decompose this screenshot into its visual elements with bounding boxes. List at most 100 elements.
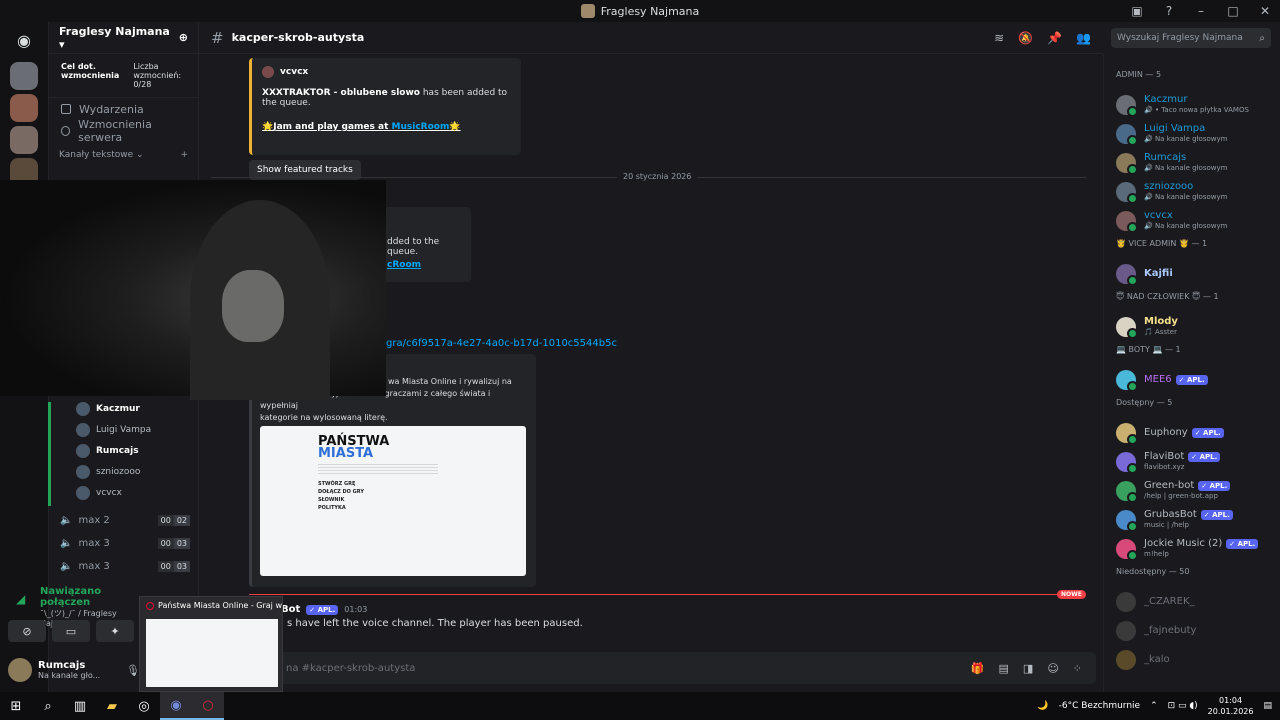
- member-item[interactable]: Kajfii: [1116, 259, 1280, 288]
- boost-icon: [61, 126, 71, 136]
- search-box[interactable]: ⌕: [1111, 28, 1271, 48]
- voice-channel[interactable]: 🔈 max 2 00 02: [60, 510, 190, 530]
- activities-icon[interactable]: ✦: [96, 620, 134, 642]
- events-link[interactable]: Wydarzenia: [49, 98, 198, 120]
- channel-header: # kacper-skrob-autysta ≋ 🔕 📌 👥: [199, 22, 1103, 54]
- tray-icons[interactable]: ⊡ ▭ ◖): [1168, 701, 1198, 711]
- tray-chevron-icon[interactable]: ⌃: [1150, 701, 1158, 711]
- music-embed: vcvcx XXXTRAKTOR - oblubene slowo has be…: [249, 58, 521, 155]
- windows-start-icon[interactable]: ⊞: [0, 692, 32, 720]
- gift-icon[interactable]: 🎁: [971, 662, 985, 675]
- musicroom-link[interactable]: MusicRoom: [392, 122, 450, 132]
- server-header[interactable]: Fraglesy Najmana ▾ ⊕: [49, 22, 198, 54]
- task-view-icon[interactable]: ▥: [64, 692, 96, 720]
- app-badge: ✓ APL.: [1198, 481, 1231, 491]
- add-member-icon[interactable]: ⊕: [179, 31, 188, 44]
- member-item[interactable]: Luigi Vampa 🔊 Na kanale głosowym: [1116, 119, 1280, 148]
- window-thumbnail[interactable]: [146, 619, 278, 687]
- inbox-icon[interactable]: ▣: [1128, 4, 1146, 18]
- sticker-icon[interactable]: ◨: [1023, 662, 1033, 675]
- weather-icon[interactable]: 🌙: [1037, 701, 1048, 711]
- member-name: Mlody: [1144, 316, 1178, 327]
- member-item[interactable]: GrubasBot ✓ APL. music | /help: [1116, 505, 1280, 534]
- camera-off-icon[interactable]: ⊘: [8, 620, 46, 642]
- bot-name[interactable]: Bot: [281, 604, 300, 615]
- member-status: m!help: [1144, 550, 1169, 558]
- voice-channel[interactable]: 🔈 max 3 00 03: [60, 556, 190, 576]
- maximize-button[interactable]: □: [1224, 4, 1242, 18]
- text-channels-category[interactable]: Kanały tekstowe ⌄ +: [49, 142, 198, 168]
- add-channel-icon[interactable]: +: [180, 150, 188, 160]
- help-icon[interactable]: ?: [1160, 4, 1178, 18]
- avatar: [1116, 263, 1138, 286]
- clock[interactable]: 01:04 20.01.2026: [1208, 695, 1254, 717]
- hash-icon: #: [211, 28, 224, 47]
- avatar[interactable]: [8, 658, 32, 682]
- member-name: Jockie Music (2): [1144, 538, 1223, 549]
- member-item[interactable]: MEE6 ✓ APL.: [1116, 365, 1280, 394]
- voice-member[interactable]: vcvcx: [48, 482, 198, 503]
- message-composer[interactable]: na #kacper-skrob-autysta 🎁 ▤ ◨ ☺ ⁘: [249, 652, 1096, 684]
- member-item[interactable]: Kaczmur 🔊 • Taco nowa płytka VAMOS: [1116, 90, 1280, 119]
- avatar: [1116, 480, 1138, 503]
- voice-channel[interactable]: 🔈 max 3 00 03: [60, 533, 190, 553]
- pin-icon[interactable]: 📌: [1047, 31, 1062, 45]
- member-item[interactable]: _kalo: [1116, 645, 1280, 674]
- weather[interactable]: -6°C Bezchmurnie: [1059, 701, 1140, 711]
- members-icon[interactable]: 👥: [1076, 31, 1091, 45]
- game-link[interactable]: gra/c6f9517a-4e27-4a0c-b17d-1010c5544b5c: [386, 338, 617, 349]
- gif-icon[interactable]: ▤: [999, 662, 1009, 675]
- member-item[interactable]: Rumcajs 🔊 Na kanale głosowym: [1116, 148, 1280, 177]
- emoji-icon[interactable]: ☺: [1047, 662, 1058, 675]
- member-item[interactable]: Euphony ✓ APL.: [1116, 418, 1280, 447]
- member-item[interactable]: vcvcx 🔊 Na kanale głosowym: [1116, 206, 1280, 235]
- voice-member[interactable]: Kaczmur: [48, 398, 198, 419]
- member-item[interactable]: FlaviBot ✓ APL. flavibot.xyz: [1116, 447, 1280, 476]
- taskbar-preview-popup[interactable]: Państwa Miasta Online - Graj w...: [139, 596, 283, 692]
- member-status: music | /help: [1144, 521, 1189, 529]
- speaker-icon: 🔈: [60, 537, 73, 549]
- avatar: [1116, 152, 1138, 175]
- server-boosts-link[interactable]: Wzmocnienia serwera: [49, 118, 198, 144]
- member-name: Euphony: [1144, 426, 1188, 438]
- avatar: [1116, 620, 1136, 641]
- server-icon[interactable]: [10, 126, 38, 154]
- signal-icon[interactable]: ◢: [16, 592, 25, 606]
- notifications-muted-icon[interactable]: 🔕: [1018, 31, 1033, 45]
- member-name: szniozooo: [1144, 181, 1194, 192]
- user-status: Na kanale gło...: [38, 671, 101, 680]
- member-item[interactable]: _fajnebuty: [1116, 616, 1280, 645]
- discord-taskbar-icon[interactable]: ◉: [160, 692, 192, 720]
- member-item[interactable]: Jockie Music (2) ✓ APL. m!help: [1116, 534, 1280, 563]
- title-bar: Fraglesy Najmana ▣ ? – □ ✕: [0, 0, 1280, 22]
- close-button[interactable]: ✕: [1256, 4, 1274, 18]
- voice-member[interactable]: Rumcajs: [48, 440, 198, 461]
- member-item[interactable]: Green-bot ✓ APL./help | green-bot.app: [1116, 476, 1280, 505]
- file-explorer-icon[interactable]: ▰: [96, 692, 128, 720]
- voice-member[interactable]: szniozooo: [48, 461, 198, 482]
- threads-icon[interactable]: ≋: [994, 31, 1004, 45]
- apps-icon[interactable]: ⁘: [1073, 662, 1082, 675]
- musicroom-link[interactable]: cRoom: [387, 260, 421, 270]
- boost-goal[interactable]: Cel dot. wzmocnienia Liczba wzmocnień: 0…: [49, 54, 198, 98]
- opera-taskbar-icon[interactable]: ○: [192, 692, 224, 720]
- new-messages-line: [249, 594, 1084, 595]
- discord-home-icon[interactable]: ◉: [10, 26, 38, 54]
- microphone-icon[interactable]: 🎙: [126, 664, 140, 677]
- server-icon[interactable]: [10, 62, 38, 90]
- steam-icon[interactable]: ◎: [128, 692, 160, 720]
- member-item[interactable]: Mlody 🎵 Asster: [1116, 312, 1280, 341]
- search-icon[interactable]: ⌕: [32, 692, 64, 720]
- minimize-button[interactable]: –: [1192, 4, 1210, 18]
- member-item[interactable]: szniozooo 🔊 Na kanale głosowym: [1116, 177, 1280, 206]
- avatar: [1116, 538, 1138, 561]
- member-item[interactable]: _CZAREK_: [1116, 587, 1280, 616]
- app-badge: ✓ APL.: [306, 604, 339, 615]
- screen-share-icon[interactable]: ▭: [52, 620, 90, 642]
- search-input[interactable]: [1117, 33, 1247, 43]
- preview-image[interactable]: PAŃSTWA MIASTA STWÓRZ GRĘ DOŁĄCZ DO GRY …: [260, 426, 526, 576]
- notifications-icon[interactable]: ▤: [1263, 701, 1272, 711]
- avatar: [76, 443, 90, 458]
- server-icon[interactable]: [10, 94, 38, 122]
- voice-member[interactable]: Luigi Vampa: [48, 419, 198, 440]
